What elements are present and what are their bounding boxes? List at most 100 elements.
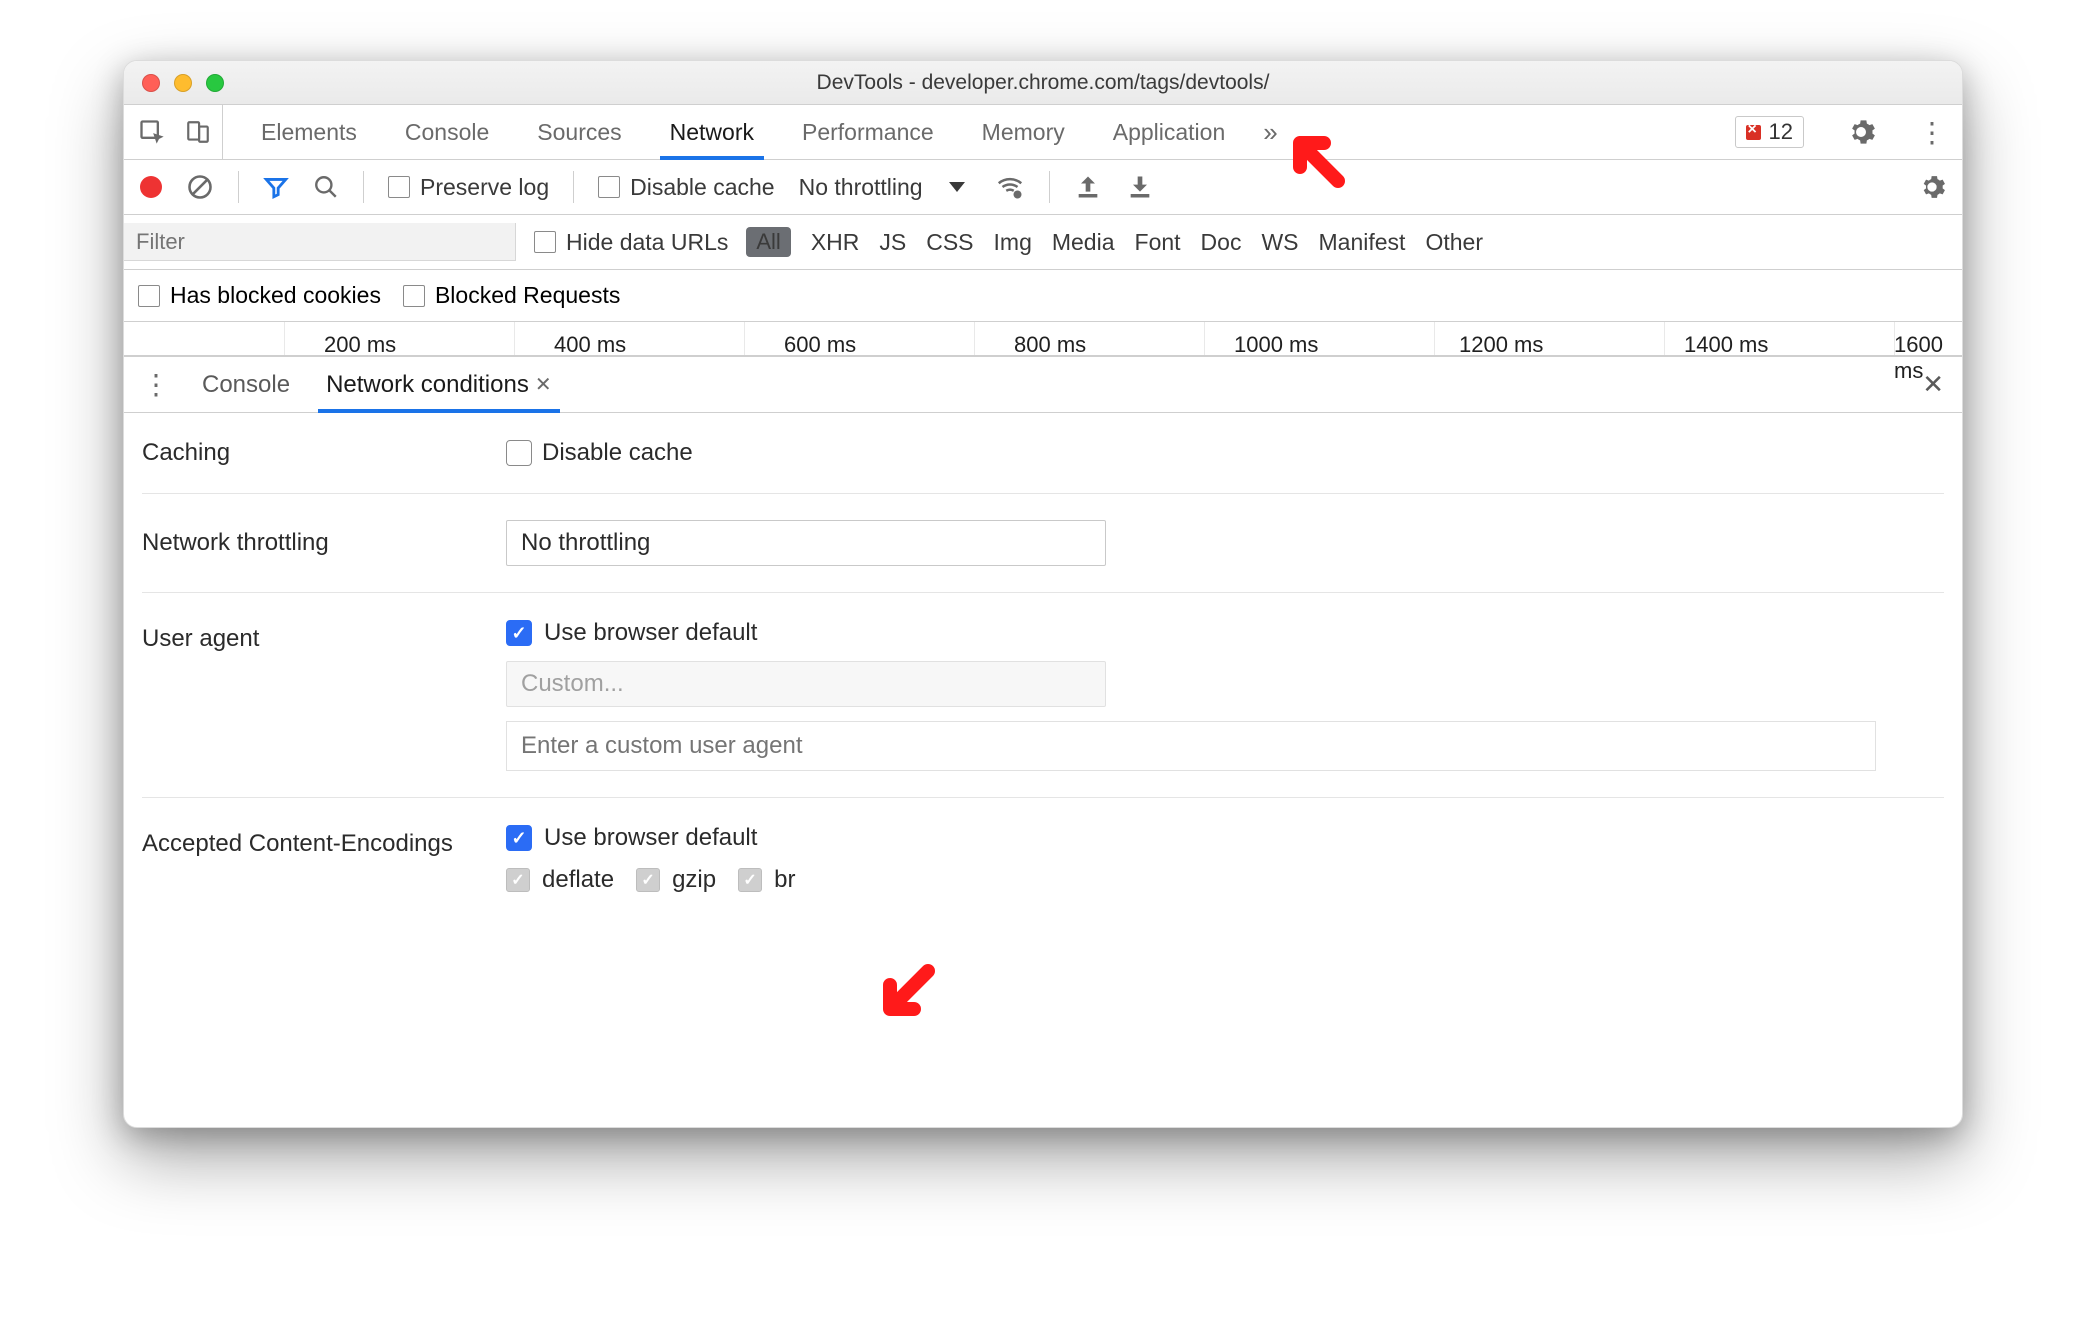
zoom-window-button[interactable] xyxy=(206,74,224,92)
tabs-overflow-button[interactable]: » xyxy=(1263,117,1277,148)
category-other[interactable]: Other xyxy=(1425,229,1483,256)
user-agent-custom-input xyxy=(506,721,1876,771)
category-ws[interactable]: WS xyxy=(1261,229,1298,256)
label-throttling: Network throttling xyxy=(142,529,470,557)
settings-gear-icon[interactable] xyxy=(1846,117,1876,147)
category-media[interactable]: Media xyxy=(1052,229,1115,256)
checked-icon xyxy=(506,825,532,851)
user-agent-use-default[interactable]: Use browser default xyxy=(506,619,1876,647)
category-css[interactable]: CSS xyxy=(926,229,973,256)
close-window-button[interactable] xyxy=(142,74,160,92)
encoding-deflate: deflate xyxy=(506,866,614,894)
network-conditions-icon[interactable] xyxy=(995,172,1025,202)
error-icon xyxy=(1746,125,1761,140)
network-toolbar: Preserve log Disable cache No throttling xyxy=(124,160,1962,215)
label-user-agent: User agent xyxy=(142,619,470,653)
device-toolbar-icon[interactable] xyxy=(184,118,212,146)
caching-disable-cache-label: Disable cache xyxy=(542,439,693,467)
drawer-more-icon[interactable]: ⋮ xyxy=(142,368,172,401)
tab-memory[interactable]: Memory xyxy=(972,105,1075,159)
caching-disable-cache-checkbox[interactable]: Disable cache xyxy=(506,439,693,467)
category-xhr[interactable]: XHR xyxy=(811,229,860,256)
category-font[interactable]: Font xyxy=(1135,229,1181,256)
category-manifest[interactable]: Manifest xyxy=(1319,229,1406,256)
timeline-tick: 1200 ms xyxy=(1459,332,1543,358)
tab-application[interactable]: Application xyxy=(1103,105,1236,159)
drawer-tab-network-conditions[interactable]: Network conditions ✕ xyxy=(320,357,558,412)
inspect-element-icon[interactable] xyxy=(138,118,166,146)
drawer-tab-console[interactable]: Console xyxy=(196,357,296,412)
timeline-tick: 400 ms xyxy=(554,332,626,358)
import-har-icon[interactable] xyxy=(1074,173,1102,201)
tab-performance[interactable]: Performance xyxy=(792,105,944,159)
encodings-use-default[interactable]: Use browser default xyxy=(506,824,795,852)
panel-settings-icon[interactable] xyxy=(1918,173,1946,201)
category-filters: All XHR JS CSS Img Media Font Doc WS Man… xyxy=(746,227,1483,257)
window-controls xyxy=(142,74,224,92)
error-count: 12 xyxy=(1769,119,1793,145)
main-tab-strip: Elements Console Sources Network Perform… xyxy=(124,105,1962,160)
timeline-tick: 1600 ms xyxy=(1894,332,1962,384)
label-encodings: Accepted Content-Encodings xyxy=(142,824,470,858)
throttling-select[interactable]: No throttling xyxy=(799,174,971,201)
filter-subrow: Has blocked cookies Blocked Requests xyxy=(124,270,1962,322)
preserve-log-label: Preserve log xyxy=(420,174,549,201)
throttling-selected: No throttling xyxy=(521,529,650,557)
filter-row: Hide data URLs All XHR JS CSS Img Media … xyxy=(124,215,1962,270)
label-caching: Caching xyxy=(142,439,470,467)
throttling-dropdown[interactable]: No throttling xyxy=(506,520,1106,566)
window-title: DevTools - developer.chrome.com/tags/dev… xyxy=(817,71,1270,95)
error-count-chip[interactable]: 12 xyxy=(1735,116,1804,148)
row-user-agent: User agent Use browser default Custom... xyxy=(142,593,1944,798)
timeline-overview[interactable]: 200 ms 400 ms 600 ms 800 ms 1000 ms 1200… xyxy=(124,322,1962,356)
category-js[interactable]: JS xyxy=(879,229,906,256)
row-encodings: Accepted Content-Encodings Use browser d… xyxy=(142,798,1944,920)
drawer-tab-strip: ⋮ Console Network conditions ✕ ✕ xyxy=(124,357,1962,413)
minimize-window-button[interactable] xyxy=(174,74,192,92)
row-caching: Caching Disable cache xyxy=(142,413,1944,494)
chevron-down-icon xyxy=(949,182,965,192)
tab-elements[interactable]: Elements xyxy=(251,105,367,159)
record-button[interactable] xyxy=(140,176,162,198)
tab-network[interactable]: Network xyxy=(660,105,764,159)
has-blocked-cookies-checkbox[interactable]: Has blocked cookies xyxy=(138,282,381,309)
filter-input[interactable] xyxy=(124,223,516,261)
category-img[interactable]: Img xyxy=(994,229,1032,256)
search-icon[interactable] xyxy=(313,174,339,200)
checked-icon xyxy=(506,868,530,892)
throttling-value: No throttling xyxy=(799,174,923,201)
close-icon[interactable]: ✕ xyxy=(535,372,552,397)
filter-toggle-icon[interactable] xyxy=(263,174,289,200)
titlebar: DevTools - developer.chrome.com/tags/dev… xyxy=(124,61,1962,105)
timeline-tick: 200 ms xyxy=(324,332,396,358)
checked-icon xyxy=(636,868,660,892)
encoding-gzip: gzip xyxy=(636,866,716,894)
preserve-log-checkbox[interactable]: Preserve log xyxy=(388,174,549,201)
clear-log-icon[interactable] xyxy=(186,173,214,201)
checked-icon xyxy=(506,620,532,646)
timeline-tick: 1400 ms xyxy=(1684,332,1768,358)
timeline-tick: 600 ms xyxy=(784,332,856,358)
disable-cache-label: Disable cache xyxy=(630,174,774,201)
blocked-requests-checkbox[interactable]: Blocked Requests xyxy=(403,282,620,309)
network-conditions-panel: Caching Disable cache Network throttling… xyxy=(124,413,1962,950)
blocked-requests-label: Blocked Requests xyxy=(435,282,620,309)
tab-console[interactable]: Console xyxy=(395,105,499,159)
tab-sources[interactable]: Sources xyxy=(527,105,631,159)
encoding-options: deflate gzip br xyxy=(506,866,795,894)
user-agent-custom-select: Custom... xyxy=(506,661,1106,707)
timeline-tick: 800 ms xyxy=(1014,332,1086,358)
category-doc[interactable]: Doc xyxy=(1201,229,1242,256)
drawer: ⋮ Console Network conditions ✕ ✕ Caching… xyxy=(124,356,1962,950)
hide-data-urls-checkbox[interactable]: Hide data URLs xyxy=(534,229,728,256)
disable-cache-checkbox[interactable]: Disable cache xyxy=(598,174,774,201)
category-all[interactable]: All xyxy=(746,227,790,257)
more-menu-icon[interactable]: ⋮ xyxy=(1918,116,1948,149)
has-blocked-cookies-label: Has blocked cookies xyxy=(170,282,381,309)
checked-icon xyxy=(738,868,762,892)
annotation-arrow-bottom xyxy=(874,961,938,1025)
row-throttling: Network throttling No throttling xyxy=(142,494,1944,593)
export-har-icon[interactable] xyxy=(1126,173,1154,201)
encoding-br: br xyxy=(738,866,795,894)
hide-data-urls-label: Hide data URLs xyxy=(566,229,728,256)
